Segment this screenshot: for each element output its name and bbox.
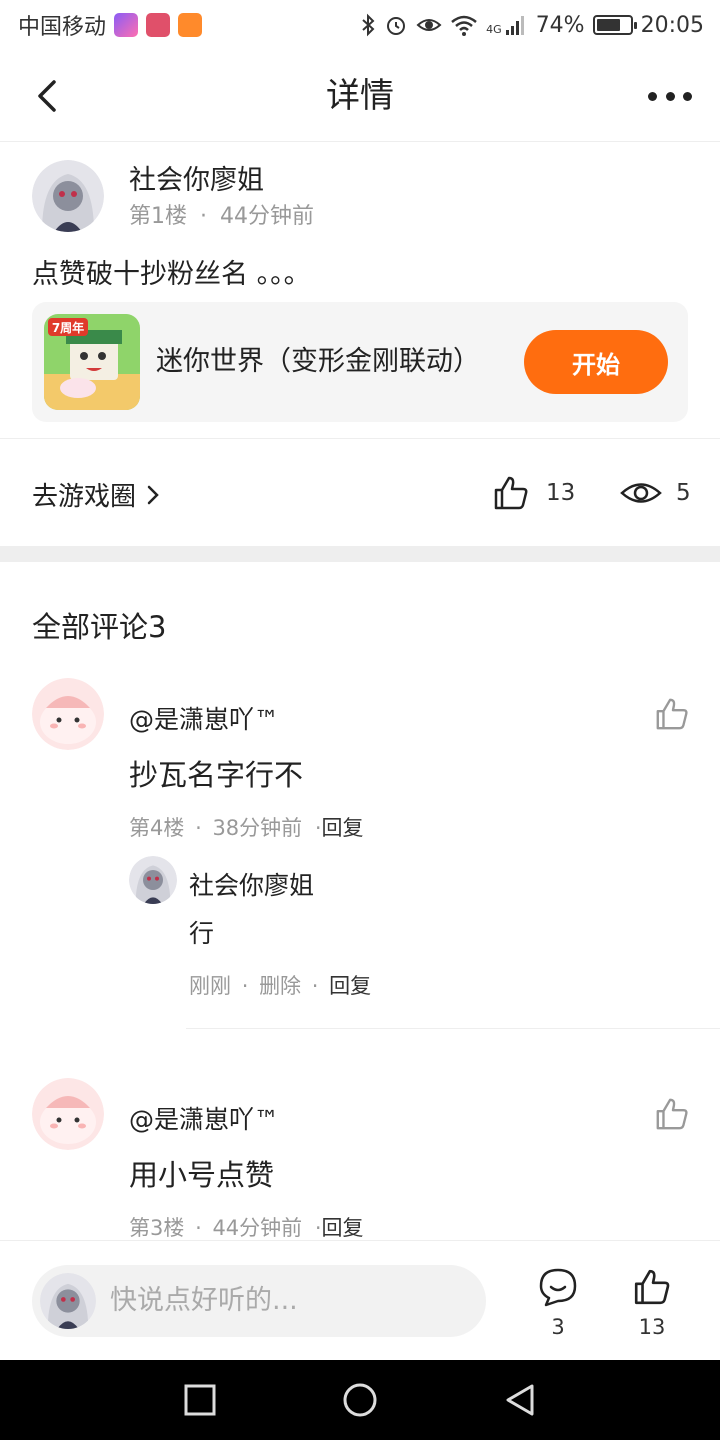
game-badge-text: 7周年	[52, 320, 84, 335]
reply-avatar[interactable]	[129, 856, 177, 904]
post-author-avatar[interactable]	[32, 160, 104, 232]
comment-avatar[interactable]	[32, 1078, 104, 1150]
thumbs-up-icon	[494, 476, 528, 510]
video-notification-icon	[178, 13, 203, 37]
reply-meta: 刚刚 · 删除 · 回复	[189, 970, 371, 1000]
bottom-comment-bar: 快说点好听的... 3 13	[0, 1240, 720, 1360]
comment-user-name[interactable]: @是潇崽吖™	[129, 700, 279, 736]
post-time: 44分钟前	[220, 204, 314, 229]
meta-separator: ·	[195, 816, 202, 840]
delete-button[interactable]: 删除	[259, 974, 301, 998]
reply-text: 行	[189, 919, 215, 948]
eye-icon	[620, 483, 662, 503]
comment-input-placeholder: 快说点好听的...	[110, 1285, 298, 1316]
section-gap	[0, 546, 720, 562]
recents-button[interactable]	[180, 1380, 220, 1420]
post-view-count: 5	[676, 480, 691, 506]
battery-icon	[592, 15, 637, 35]
reply-user-name[interactable]: 社会你廖姐	[189, 866, 314, 902]
post-like-button[interactable]: 13	[492, 474, 575, 512]
battery-percent: 74%	[535, 12, 585, 38]
page-title: 详情	[326, 76, 394, 116]
alarm-icon	[387, 17, 406, 35]
triangle-back-icon	[506, 1384, 534, 1416]
wifi-icon	[451, 15, 477, 36]
carrier-label: 中国移动	[18, 15, 107, 40]
square-icon	[184, 1384, 216, 1416]
meta-separator: ·	[314, 1216, 322, 1240]
home-button[interactable]	[340, 1380, 380, 1420]
status-left: 中国移动	[18, 9, 203, 41]
comment-meta: 第3楼 · 44分钟前 ·回复	[129, 1212, 364, 1242]
post-floor: 第1楼	[129, 204, 187, 229]
post-content: 点赞破十抄粉丝名 。。。	[32, 259, 311, 290]
reply-button[interactable]: 回复	[322, 816, 364, 840]
system-nav-bar	[0, 1360, 720, 1440]
game-icon: 7周年	[44, 314, 140, 410]
battery-fill	[596, 19, 621, 31]
comment-floor: 第4楼	[129, 816, 185, 840]
reply-button[interactable]: 回复	[329, 974, 371, 998]
thumbs-up-icon	[634, 1269, 670, 1305]
more-dot	[665, 91, 675, 101]
comment-like-button[interactable]	[654, 696, 690, 732]
comment-avatar[interactable]	[32, 678, 104, 750]
system-back-button[interactable]	[500, 1380, 540, 1420]
comments-button[interactable]: 3	[536, 1267, 580, 1339]
meta-separator: ·	[314, 816, 322, 840]
top-nav-bar: 详情	[0, 50, 720, 142]
thumbs-up-icon	[656, 698, 688, 730]
comment-text: 用小号点赞	[129, 1158, 275, 1192]
game-name: 迷你世界（变形金刚联动）	[156, 346, 480, 377]
post-view-stat: 5	[620, 474, 691, 512]
post-author-name[interactable]: 社会你廖姐	[129, 158, 264, 197]
meta-separator: ·	[311, 974, 319, 998]
circle-icon	[343, 1383, 377, 1417]
signal-icon	[505, 16, 524, 35]
bottom-like-button[interactable]: 13	[630, 1267, 674, 1339]
comment-floor: 第3楼	[129, 1216, 185, 1240]
status-bar: 中国移动 4G 74% 20:05	[0, 0, 720, 50]
comment-input[interactable]: 快说点好听的...	[32, 1265, 486, 1337]
start-game-button[interactable]: 开始	[524, 330, 668, 394]
game-notification-icon	[146, 13, 171, 37]
comment-user-name[interactable]: @是潇崽吖™	[129, 1100, 279, 1136]
network-type: 4G	[486, 22, 502, 36]
comment-time: 38分钟前	[212, 816, 303, 840]
post-meta: 第1楼 · 44分钟前	[129, 198, 314, 230]
like-count: 13	[638, 1315, 666, 1339]
bluetooth-icon	[362, 13, 375, 37]
more-button[interactable]	[648, 86, 692, 106]
more-dot	[683, 91, 692, 101]
comments-header: 全部评论3	[32, 610, 167, 644]
comment-count: 3	[551, 1315, 565, 1339]
status-right: 4G 74% 20:05	[360, 13, 704, 38]
reply-time: 刚刚	[189, 974, 231, 998]
comment-text: 抄瓦名字行不	[129, 758, 304, 792]
divider	[186, 1028, 720, 1029]
clock: 20:05	[640, 12, 704, 38]
game-card[interactable]: 7周年 迷你世界（变形金刚联动） 开始	[32, 302, 688, 422]
comment-like-button[interactable]	[654, 1096, 690, 1132]
thumbs-up-icon	[656, 1098, 688, 1130]
comment-bubble-icon	[539, 1268, 577, 1307]
divider	[0, 438, 720, 439]
eye-comfort-icon	[416, 19, 442, 31]
circle-link-label: 去游戏圈	[32, 482, 137, 512]
comment-time: 44分钟前	[212, 1216, 303, 1240]
go-to-game-circle-link[interactable]: 去游戏圈	[32, 476, 160, 513]
meta-separator: ·	[200, 204, 207, 229]
comment-meta: 第4楼 · 38分钟前 ·回复	[129, 812, 364, 842]
current-user-avatar	[40, 1273, 96, 1329]
meta-separator: ·	[195, 1216, 202, 1240]
more-dots-icon	[648, 91, 657, 101]
reply-button[interactable]: 回复	[322, 1216, 364, 1240]
meta-separator: ·	[241, 974, 249, 998]
app-notification-icon	[114, 13, 139, 37]
post-like-count: 13	[546, 480, 576, 506]
chevron-right-icon	[147, 485, 159, 504]
